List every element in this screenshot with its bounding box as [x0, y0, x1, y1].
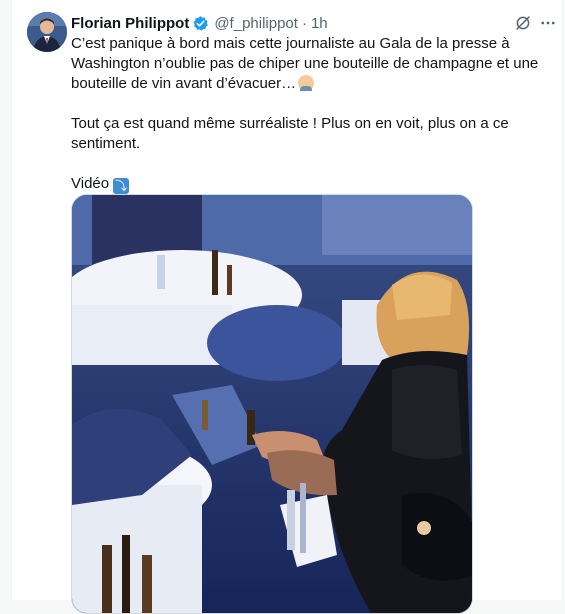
tweet-card[interactable]: Florian Philippot @f_philippot · 1h C’es…	[11, 0, 563, 614]
verified-badge-icon	[192, 15, 209, 32]
tweet-paragraph-2-text: Tout ça est quand même surréaliste ! Plu…	[71, 115, 509, 152]
tweet-paragraph-3-text: Vidéo	[71, 175, 110, 192]
tweet-paragraph: C’est panique à bord mais cette journali…	[71, 34, 546, 94]
author-name[interactable]: Florian Philippot	[71, 15, 189, 32]
tweet-paragraph: Tout ça est quand même surréaliste ! Plu…	[71, 114, 546, 154]
author-avatar[interactable]	[27, 12, 67, 52]
video-frame-image	[72, 195, 472, 613]
more-icon[interactable]	[537, 12, 559, 34]
author-handle[interactable]: @f_philippot	[214, 15, 298, 32]
timeline-background: Florian Philippot @f_philippot · 1h C’es…	[0, 0, 565, 614]
tweet-video[interactable]	[71, 194, 473, 614]
tweet-paragraph: Vidéo ⤵	[71, 174, 546, 194]
tweet-text: C’est panique à bord mais cette journali…	[71, 34, 546, 214]
tweet-timestamp[interactable]: 1h	[311, 15, 328, 32]
man-facepalming-emoji	[298, 75, 315, 91]
grok-icon[interactable]	[512, 12, 534, 34]
tweet-header: Florian Philippot @f_philippot · 1h	[71, 12, 551, 34]
separator-dot: ·	[301, 14, 307, 32]
right-arrow-curving-down-emoji: ⤵	[113, 178, 130, 194]
